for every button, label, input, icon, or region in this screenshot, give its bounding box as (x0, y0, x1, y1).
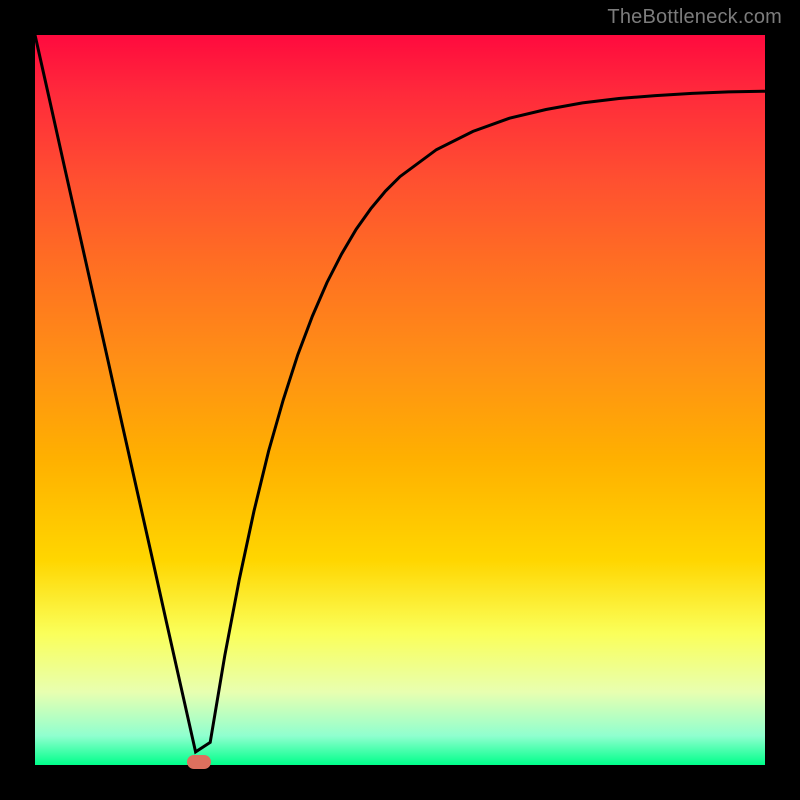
bottleneck-curve (35, 35, 765, 765)
plot-area (35, 35, 765, 765)
minimum-marker (187, 755, 211, 769)
curve-path (35, 35, 765, 752)
chart-frame: TheBottleneck.com (0, 0, 800, 800)
watermark-text: TheBottleneck.com (607, 6, 782, 29)
